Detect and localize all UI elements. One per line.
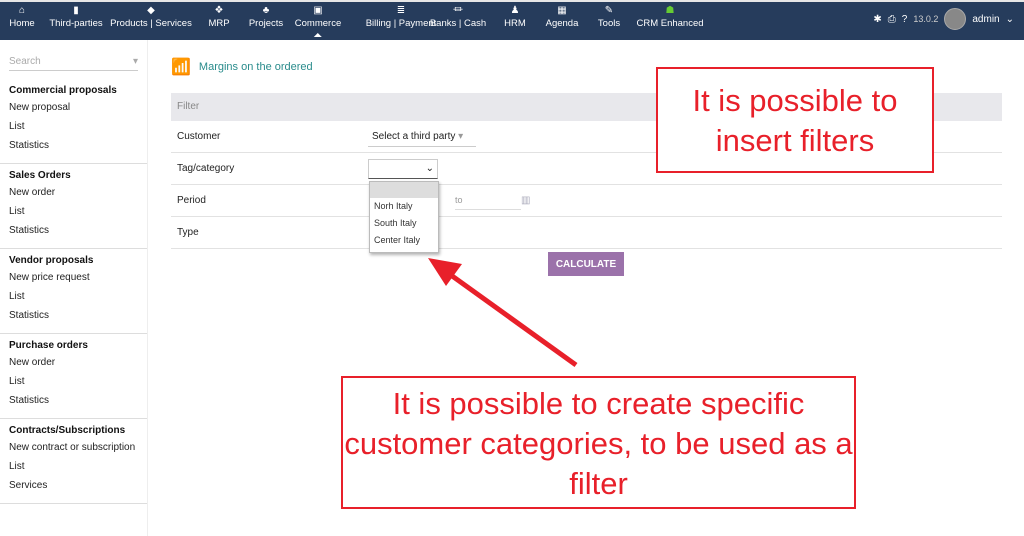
cubes-icon: ❖: [214, 5, 224, 16]
cube-icon: ◆: [147, 5, 155, 16]
bank-icon: ⏛: [452, 5, 463, 16]
dropdown-option[interactable]: Center Italy: [370, 232, 438, 249]
nav-tools[interactable]: ✎ Tools: [598, 4, 620, 29]
tag-dropdown-list: Norh Italy South Italy Center Italy: [369, 181, 439, 253]
user-tie-icon: ♟: [510, 5, 520, 16]
nav-home[interactable]: ⌂ Home: [9, 4, 34, 29]
nav-banks-cash[interactable]: ⏛ Banks | Cash: [430, 4, 486, 29]
dropdown-option[interactable]: Norh Italy: [370, 198, 438, 215]
sitemap-icon: ♣: [262, 5, 270, 16]
nav-agenda[interactable]: ▦ Agenda: [546, 4, 579, 29]
coins-icon: ≣: [396, 5, 406, 16]
dropdown-option[interactable]: South Italy: [370, 215, 438, 232]
annotation-bottom: It is possible to create specific custom…: [341, 376, 856, 509]
calendar-icon: ▦: [557, 5, 567, 16]
nav-commerce[interactable]: ▣ Commerce: [295, 4, 341, 37]
nav-products-services[interactable]: ◆ Products | Services: [110, 4, 192, 29]
home-icon: ⌂: [18, 5, 26, 16]
wrench-icon: ✎: [604, 5, 614, 16]
nav-billing-payment[interactable]: ≣ Billing | Payment: [366, 4, 437, 29]
nav-third-parties[interactable]: ▮ Third-parties: [49, 4, 102, 29]
building-icon: ▮: [73, 5, 79, 16]
nav-mrp[interactable]: ❖ MRP: [208, 4, 229, 29]
nav-hrm[interactable]: ♟ HRM: [504, 4, 526, 29]
nav-crm-enhanced[interactable]: ☗ CRM Enhanced: [636, 4, 703, 29]
nav-projects[interactable]: ♣ Projects: [249, 4, 283, 29]
annotation-top: It is possible to insert filters: [656, 67, 934, 173]
briefcase-icon: ▣: [313, 5, 323, 16]
users-icon: ☗: [665, 5, 675, 16]
dropdown-option-empty[interactable]: [370, 182, 438, 198]
